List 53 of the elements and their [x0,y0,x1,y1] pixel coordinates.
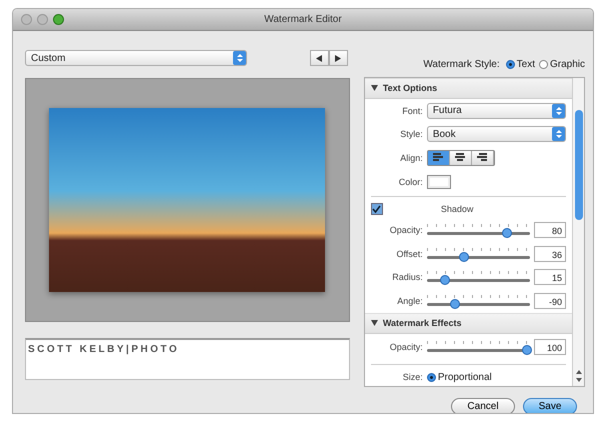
dropdown-arrows-icon [233,51,246,65]
scroll-arrows-icon[interactable] [576,369,582,383]
font-label: Font: [401,106,423,116]
proportional-radio[interactable]: Proportional [426,372,492,383]
scroll-thumb[interactable] [574,110,582,220]
color-swatch[interactable] [426,174,451,189]
align-lines-icon [433,153,444,162]
zoom-button[interactable] [53,14,64,25]
watermark-style-label: Watermark Style: [423,58,500,70]
align-button[interactable] [428,150,450,165]
slider-thumb[interactable] [440,275,450,286]
slider-thumb[interactable] [458,252,469,262]
align-lines-icon [455,153,466,162]
section-header[interactable]: Watermark Effects [364,312,572,334]
value-field[interactable]: -90 [534,293,566,310]
dropdown-arrows-icon [552,127,565,142]
value-field[interactable]: 80 [534,222,566,238]
slider-label: Offset: [395,248,423,259]
left-arrow-icon [316,54,322,62]
scrollbar[interactable] [572,78,584,386]
section-header[interactable]: Text Options [364,78,572,99]
size-label: Size: [402,372,423,382]
preset-dropdown[interactable]: Custom [25,50,247,66]
align-button[interactable] [472,150,494,165]
next-button[interactable] [328,50,348,66]
align-button[interactable] [450,150,472,165]
style-dropdown[interactable]: Book [426,126,566,142]
style-label: Style: [399,129,423,140]
right-arrow-icon [335,54,342,62]
style-radio[interactable]: Text [506,58,535,70]
previous-button[interactable] [310,50,329,66]
slider-label: Opacity: [388,342,423,352]
align-lines-icon [477,153,488,162]
slider-thumb[interactable] [522,345,532,356]
align-label: Align: [399,152,423,163]
value-field[interactable]: 36 [534,246,566,262]
value-field[interactable]: 100 [534,339,566,356]
value-field[interactable]: 15 [534,269,566,286]
dialog-button[interactable]: Cancel [451,398,515,413]
slider-thumb[interactable] [450,299,460,310]
slider-thumb[interactable] [502,228,512,238]
font-dropdown[interactable]: Futura [426,102,566,119]
dialog-button[interactable]: Save [523,398,577,413]
slider-label: Angle: [396,296,423,306]
color-label: Color: [398,176,423,187]
slider-label: Radius: [391,272,423,282]
shadow-label: Shadow [440,204,474,214]
shadow-checkbox[interactable] [370,203,383,216]
slider-label: Opacity: [388,225,423,235]
window-title: Watermark Editor [264,14,342,25]
watermark-text-field[interactable]: SCOTT KELBY|PHOTO [25,338,350,380]
style-radio[interactable]: Graphic [538,58,585,70]
dropdown-arrows-icon [552,104,565,118]
